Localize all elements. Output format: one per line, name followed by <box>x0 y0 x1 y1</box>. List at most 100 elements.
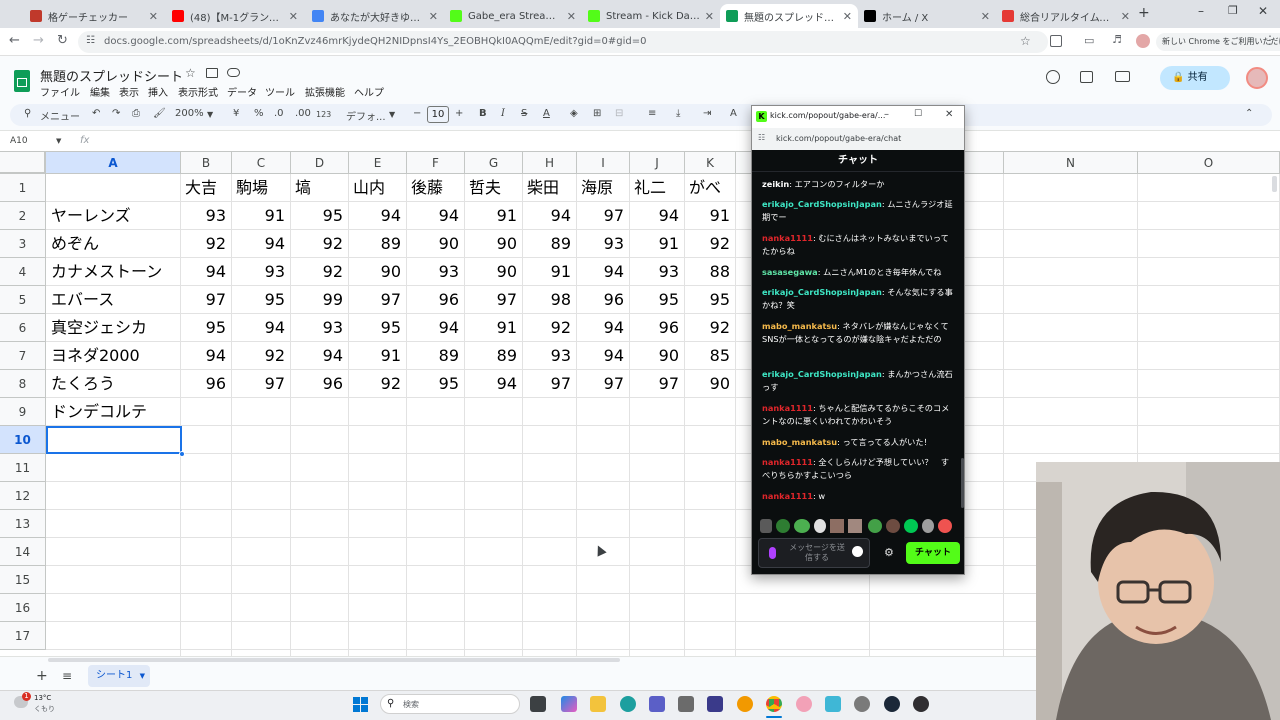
score-cell[interactable]: 89 <box>523 230 577 258</box>
zoom-dropdown-icon[interactable]: ▼ <box>207 110 213 119</box>
merge-cells-icon[interactable]: ⊟ <box>615 108 623 119</box>
text-color-button[interactable]: A <box>543 108 550 119</box>
chat-username[interactable]: zeikin <box>762 179 789 189</box>
score-cell[interactable]: 99 <box>291 286 349 314</box>
emote-icon[interactable] <box>904 519 918 533</box>
score-cell[interactable]: 97 <box>577 202 630 230</box>
selection-fill-handle[interactable] <box>179 451 185 457</box>
score-cell[interactable]: 97 <box>232 370 291 398</box>
formula-input[interactable] <box>100 133 1270 149</box>
currency-format-button[interactable]: ¥ <box>233 108 239 119</box>
settings-icon[interactable] <box>854 696 870 712</box>
browser-tab[interactable]: Stream - Kick Dashboard ✕ <box>582 4 720 28</box>
judge-name-cell[interactable]: 哲夫 <box>465 174 523 202</box>
score-cell[interactable]: 97 <box>349 286 407 314</box>
score-cell[interactable]: 94 <box>181 258 232 286</box>
site-info-icon[interactable]: ☷ <box>86 35 95 46</box>
score-cell[interactable]: 94 <box>577 342 630 370</box>
browser-tab[interactable]: 無題のスプレッドシート - Goo ✕ <box>720 4 858 28</box>
increase-decimal-button[interactable]: .00 <box>295 108 311 119</box>
tab-close-icon[interactable]: ✕ <box>149 10 158 23</box>
menu-item[interactable]: 編集 <box>90 84 110 99</box>
score-cell[interactable]: 89 <box>349 230 407 258</box>
chat-username[interactable]: nanka1111 <box>762 233 813 243</box>
emote-icon[interactable] <box>868 519 882 533</box>
row-header[interactable]: 6 <box>0 314 46 342</box>
back-icon[interactable]: ← <box>9 33 20 48</box>
score-cell[interactable]: 93 <box>630 258 685 286</box>
tab-close-icon[interactable]: ✕ <box>429 10 438 23</box>
voice-icon[interactable] <box>769 547 776 559</box>
h-scrollbar[interactable] <box>48 658 620 662</box>
collapse-toolbar-icon[interactable]: ⌃ <box>1245 108 1253 119</box>
score-cell[interactable]: 93 <box>291 314 349 342</box>
score-cell[interactable]: 96 <box>181 370 232 398</box>
chat-username[interactable]: erikajo_CardShopsinJapan <box>762 287 882 297</box>
score-cell[interactable]: 95 <box>349 314 407 342</box>
comedian-name-cell[interactable]: ヨネダ2000 <box>46 342 181 370</box>
chrome-icon[interactable] <box>766 696 782 712</box>
omnibox[interactable]: ☷ docs.google.com/spreadsheets/d/1oKnZvz… <box>78 31 1048 53</box>
column-header[interactable]: D <box>291 152 349 174</box>
profile-avatar[interactable] <box>1136 34 1150 48</box>
emoji-picker-icon[interactable] <box>852 546 863 557</box>
chat-username[interactable]: mabo_mankatsu <box>762 321 837 331</box>
close-window-icon[interactable]: ✕ <box>1258 4 1268 18</box>
score-cell[interactable]: 97 <box>523 370 577 398</box>
font-dropdown-icon[interactable]: ▼ <box>389 110 395 119</box>
emote-icon[interactable] <box>938 519 952 533</box>
row-header[interactable]: 9 <box>0 398 46 426</box>
forward-icon[interactable]: → <box>33 33 44 48</box>
popup-close-icon[interactable]: ✕ <box>945 109 953 120</box>
comedian-name-cell[interactable]: エバース <box>46 286 181 314</box>
judge-name-cell[interactable]: 駒場 <box>232 174 291 202</box>
menu-item[interactable]: ヘルプ <box>354 84 384 99</box>
maximize-window-icon[interactable]: ❐ <box>1228 4 1238 17</box>
history-icon[interactable] <box>1046 70 1060 84</box>
score-cell[interactable]: 94 <box>630 202 685 230</box>
score-cell[interactable]: 88 <box>685 258 736 286</box>
edge-icon[interactable] <box>620 696 636 712</box>
score-cell[interactable]: 92 <box>291 230 349 258</box>
more-formats-button[interactable]: 123 <box>316 110 331 119</box>
score-cell[interactable]: 92 <box>232 342 291 370</box>
score-cell[interactable]: 92 <box>685 314 736 342</box>
store-icon[interactable] <box>649 696 665 712</box>
row-header[interactable]: 12 <box>0 482 46 510</box>
row-header[interactable]: 7 <box>0 342 46 370</box>
score-cell[interactable]: 94 <box>465 370 523 398</box>
percent-format-button[interactable]: % <box>254 108 264 119</box>
score-cell[interactable]: 98 <box>523 286 577 314</box>
text-rotate-icon[interactable]: A <box>730 108 737 119</box>
score-cell[interactable]: 91 <box>685 202 736 230</box>
paint-format-icon[interactable]: 🖌 <box>153 108 166 119</box>
column-header[interactable]: I <box>577 152 630 174</box>
sheets-logo-icon[interactable] <box>14 70 30 92</box>
chrome-update-notice[interactable]: 新しい Chrome をご利用いただけます <box>1156 33 1280 51</box>
reload-icon[interactable]: ↻ <box>57 33 68 48</box>
tab-close-icon[interactable]: ✕ <box>289 10 298 23</box>
text-wrap-icon[interactable]: ⇥ <box>703 108 711 119</box>
score-cell[interactable]: 91 <box>630 230 685 258</box>
menu-item[interactable]: 挿入 <box>148 84 168 99</box>
score-cell[interactable]: 90 <box>465 230 523 258</box>
v-scrollbar[interactable] <box>1272 176 1277 192</box>
browser-tab[interactable]: 総合リアルタイムランキング | ✕ <box>996 4 1136 28</box>
browser-tab[interactable]: Gabe_era Stream - Watch ✕ <box>444 4 582 28</box>
score-cell[interactable]: 90 <box>630 342 685 370</box>
comedian-name-cell[interactable]: カナメストーン <box>46 258 181 286</box>
judge-name-cell[interactable]: 礼二 <box>630 174 685 202</box>
score-cell[interactable]: 93 <box>181 202 232 230</box>
row-header[interactable]: 10 <box>0 426 46 454</box>
column-header[interactable]: F <box>407 152 465 174</box>
score-cell[interactable]: 92 <box>291 258 349 286</box>
row-header[interactable]: 16 <box>0 594 46 622</box>
new-tab-button[interactable]: + <box>1138 5 1150 21</box>
score-cell[interactable]: 95 <box>291 202 349 230</box>
score-cell[interactable]: 91 <box>523 258 577 286</box>
column-header[interactable]: A <box>46 152 181 174</box>
menu-item[interactable]: 表示形式 <box>178 84 218 99</box>
score-cell[interactable]: 94 <box>232 314 291 342</box>
score-cell[interactable]: 94 <box>291 342 349 370</box>
judge-name-cell[interactable]: 山内 <box>349 174 407 202</box>
